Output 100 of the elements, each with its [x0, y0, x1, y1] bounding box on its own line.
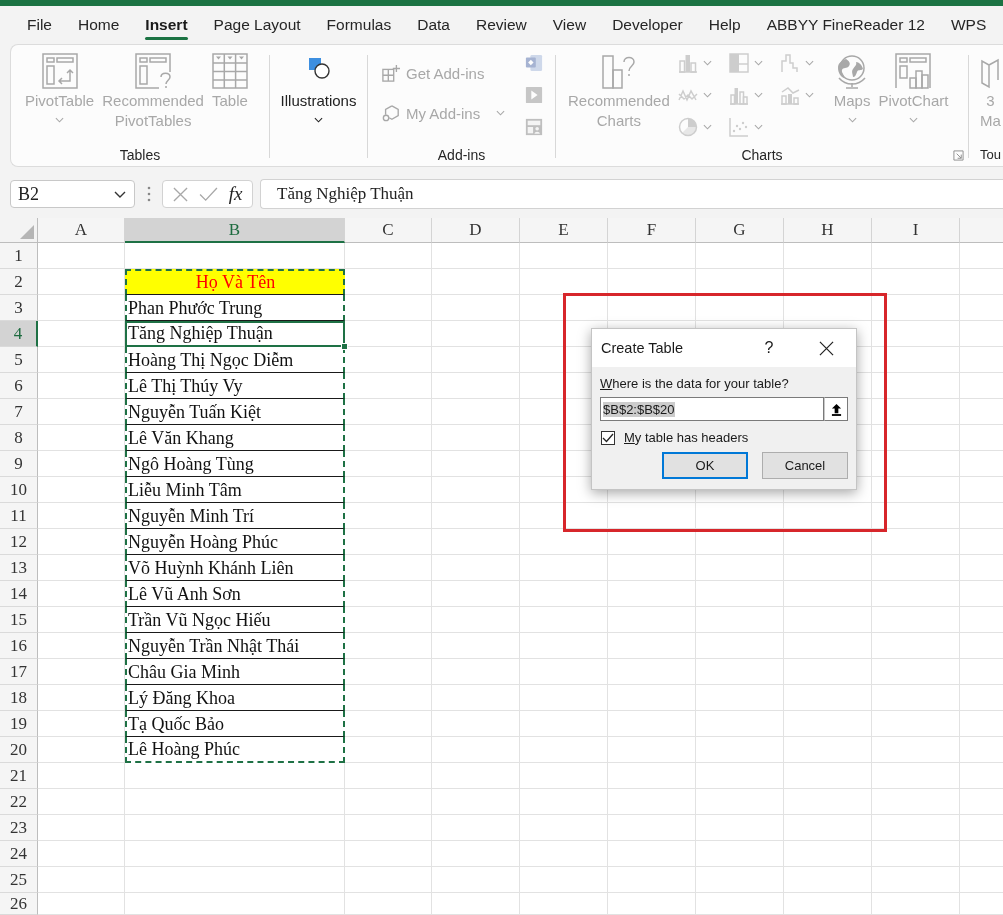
column-header[interactable]: C — [345, 218, 432, 243]
row-header[interactable]: 12 — [0, 529, 38, 555]
row-header[interactable]: 22 — [0, 789, 38, 815]
dialog-launcher-icon[interactable] — [953, 149, 964, 161]
dialog-button[interactable]: Cancel — [762, 452, 848, 479]
menu-tab[interactable]: Developer — [599, 6, 696, 43]
dialog-button[interactable]: OK — [662, 452, 748, 479]
table-cell: Nguyễn Tuấn Kiệt — [125, 399, 345, 425]
bar-question-icon — [600, 53, 637, 89]
table-cell: Lê Vũ Anh Sơn — [125, 581, 345, 607]
row-header[interactable]: 24 — [0, 841, 38, 867]
menu-tab[interactable]: WPS — [937, 6, 1000, 43]
group-label: Charts — [741, 146, 783, 164]
caret-icon[interactable] — [314, 117, 323, 123]
row-header[interactable]: 26 — [0, 893, 38, 915]
column-header[interactable]: H — [784, 218, 872, 243]
row-header[interactable]: 4 — [0, 321, 38, 347]
row-header[interactable]: 7 — [0, 399, 38, 425]
insert-function-button[interactable]: fx — [228, 183, 243, 205]
row-header[interactable]: 23 — [0, 815, 38, 841]
grid-plus-icon — [382, 64, 400, 82]
table-cell: Lê Hoàng Phúc — [125, 737, 345, 763]
row-header[interactable]: 21 — [0, 763, 38, 789]
ribbon-button[interactable]: Illustrations — [278, 45, 359, 123]
pivot-chart-icon — [895, 53, 932, 89]
grid-question-icon — [135, 53, 172, 89]
help-button[interactable]: ? — [761, 339, 777, 357]
row-header[interactable]: 15 — [0, 607, 38, 633]
row-header[interactable]: 5 — [0, 347, 38, 373]
checkbox-label[interactable]: My table has headers — [624, 430, 749, 445]
menu-tab[interactable]: Review — [462, 6, 540, 43]
group-label: Tou — [980, 146, 1001, 164]
table-cell: Võ Huỳnh Khánh Liên — [125, 555, 345, 581]
column-header[interactable]: A — [38, 218, 125, 243]
checkmark-icon — [602, 432, 614, 443]
row-header[interactable]: 11 — [0, 503, 38, 529]
menu-tab[interactable]: Data — [404, 6, 463, 43]
row-header[interactable]: 16 — [0, 633, 38, 659]
select-all-button[interactable] — [0, 218, 38, 243]
row-header[interactable]: 19 — [0, 711, 38, 737]
table-cell: Nguyễn Trần Nhật Thái — [125, 633, 345, 659]
row-header[interactable]: 10 — [0, 477, 38, 503]
column-header[interactable]: E — [520, 218, 608, 243]
column-header[interactable]: D — [432, 218, 520, 243]
menu-tab[interactable]: Insert — [132, 6, 201, 43]
table-cell: Nguyễn Minh Trí — [125, 503, 345, 529]
table-cell: Trần Vũ Ngọc Hiếu — [125, 607, 345, 633]
menu-tab[interactable]: ABBYY FineReader 12 — [753, 6, 938, 43]
row-header[interactable]: 2 — [0, 269, 38, 295]
fill-handle[interactable] — [341, 343, 348, 350]
column-title-cell: Họ Và Tên — [125, 269, 345, 295]
table-cell: Lý Đăng Khoa — [125, 685, 345, 711]
dialog-title: Create Table — [601, 340, 684, 356]
column-header[interactable]: B — [125, 218, 345, 243]
menu-tab[interactable]: Page Layout — [200, 6, 314, 43]
hexagon-icon — [382, 104, 400, 122]
table-cell: Tạ Quốc Bảo — [125, 711, 345, 737]
group-label: Add-ins — [437, 146, 486, 164]
row-header[interactable]: 9 — [0, 451, 38, 477]
menu-tab[interactable]: View — [539, 6, 600, 43]
table-cell: Ngô Hoàng Tùng — [125, 451, 345, 477]
table-grid-icon — [211, 53, 248, 89]
table-cell: Châu Gia Minh — [125, 659, 345, 685]
menu-tab[interactable]: File — [14, 6, 65, 43]
row-header[interactable]: 1 — [0, 243, 38, 269]
chevron-down-icon — [114, 190, 126, 198]
checkbox[interactable] — [601, 430, 615, 445]
column-header[interactable]: F — [608, 218, 696, 243]
row-header[interactable]: 20 — [0, 737, 38, 763]
upload-arrow-icon — [830, 402, 842, 416]
drag-handle-icon[interactable] — [147, 186, 151, 202]
cross-icon[interactable] — [172, 186, 188, 202]
row-header[interactable]: 18 — [0, 685, 38, 711]
menu-tab[interactable]: Home — [65, 6, 133, 43]
menu-tab[interactable]: Help — [695, 6, 754, 43]
row-header[interactable]: 17 — [0, 659, 38, 685]
pivot-table-icon — [41, 53, 78, 89]
check-icon[interactable] — [198, 186, 218, 202]
table-cell: Hoàng Thị Ngọc Diễm — [125, 347, 345, 373]
column-header[interactable]: I — [872, 218, 960, 243]
group-label: Tables — [119, 146, 161, 164]
formula-field[interactable]: Tăng Nghiệp Thuận — [260, 179, 1003, 209]
row-header[interactable]: 13 — [0, 555, 38, 581]
name-box[interactable]: B2 — [10, 180, 135, 208]
table-cell: Lê Văn Khang — [125, 425, 345, 451]
field-label: Where is the data for your table? — [600, 376, 790, 392]
row-header[interactable]: 6 — [0, 373, 38, 399]
row-header[interactable]: 3 — [0, 295, 38, 321]
menu-tab[interactable]: Formulas — [313, 6, 405, 43]
row-header[interactable]: 25 — [0, 867, 38, 893]
table-cell: Tăng Nghiệp Thuận — [125, 321, 345, 347]
row-header[interactable]: 8 — [0, 425, 38, 451]
close-icon[interactable] — [819, 340, 834, 356]
collapse-button[interactable] — [824, 397, 848, 421]
column-header[interactable]: G — [696, 218, 784, 243]
row-header[interactable]: 14 — [0, 581, 38, 607]
triangle-icon — [20, 225, 34, 239]
table-cell: Phan Phước Trung — [125, 295, 345, 321]
range-field[interactable]: $B$2:$B$20 — [600, 397, 824, 421]
table-cell: Nguyễn Hoàng Phúc — [125, 529, 345, 555]
